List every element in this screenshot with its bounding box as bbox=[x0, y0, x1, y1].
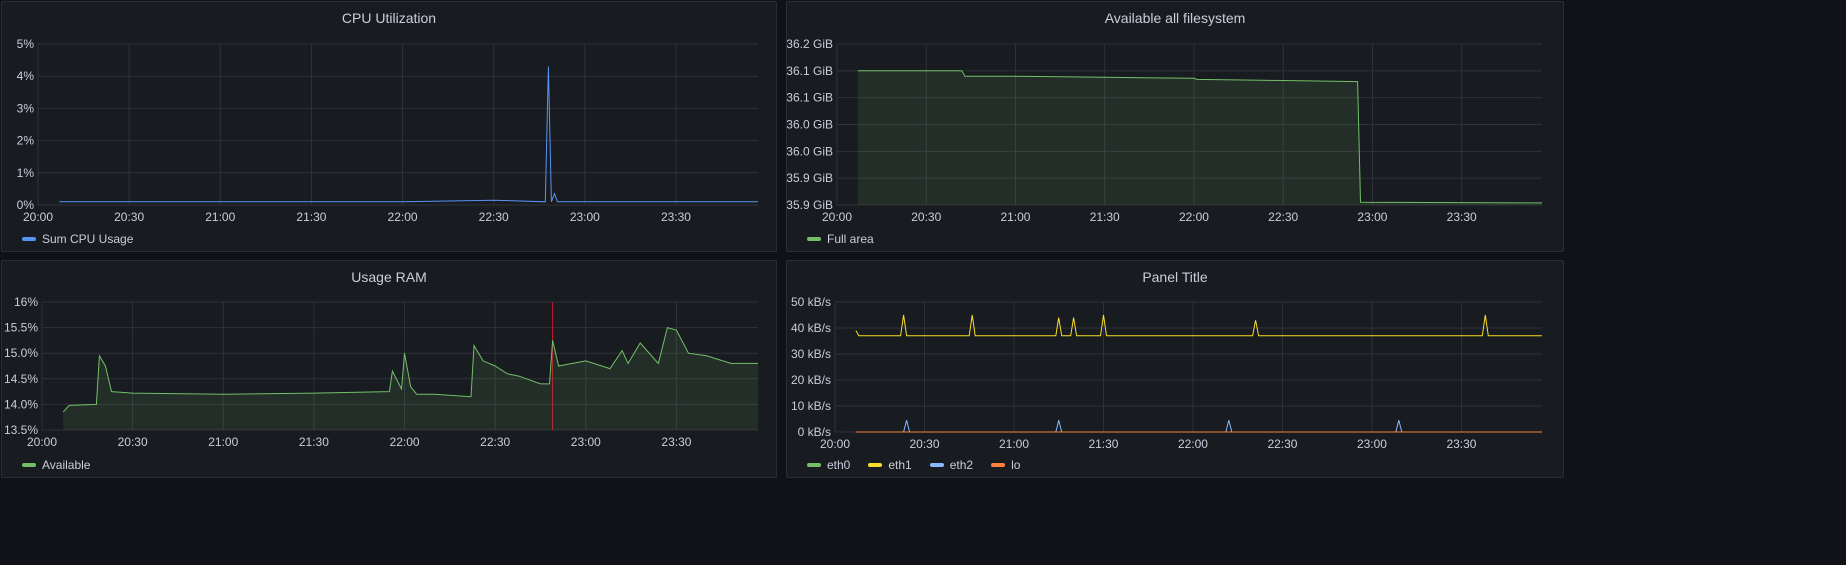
x-tick-label: 23:00 bbox=[571, 435, 601, 449]
x-tick-label: 23:00 bbox=[1357, 210, 1387, 224]
y-tick-label: 36.2 GiB bbox=[787, 37, 833, 51]
legend-item[interactable]: eth2 bbox=[929, 458, 974, 472]
ram-panel: Usage RAM 13.5% 14.0% 14.5% 15.0% 15.5% 16% 20… bbox=[1, 260, 777, 478]
y-tick-label: 2% bbox=[17, 134, 35, 148]
x-tick-label: 22:00 bbox=[388, 210, 418, 224]
x-tick-label: 22:30 bbox=[479, 210, 509, 224]
x-tick-label: 20:30 bbox=[911, 210, 941, 224]
y-tick-label: 35.9 GiB bbox=[787, 171, 833, 185]
x-tick-label: 23:30 bbox=[1446, 437, 1476, 451]
y-tick-label: 36.0 GiB bbox=[787, 118, 833, 132]
legend-swatch bbox=[807, 463, 821, 467]
legend-label: Available bbox=[42, 458, 91, 472]
legend-label: Sum CPU Usage bbox=[42, 232, 134, 246]
x-tick-label: 20:30 bbox=[118, 435, 148, 449]
ram-chart: 13.5%14.0%14.5%15.0%15.5%16%20:00 20:30 21… bbox=[4, 295, 759, 449]
y-tick-label: 50 kB/s bbox=[791, 295, 831, 309]
legend-swatch bbox=[929, 463, 944, 467]
legend-label: eth2 bbox=[949, 458, 974, 472]
series-line-sum-cpu-usage[interactable] bbox=[59, 66, 758, 203]
legend: Available bbox=[22, 458, 90, 472]
network-chart: 0 kB/s10 kB/s20 kB/s30 kB/s40 kB/s50 kB/… bbox=[791, 295, 1542, 451]
x-tick-label: 21:30 bbox=[1088, 437, 1118, 451]
y-tick-label: 10 kB/s bbox=[791, 399, 831, 413]
y-tick-label: 4% bbox=[17, 69, 35, 83]
series-area bbox=[857, 70, 1542, 205]
x-tick-label: 21:00 bbox=[1000, 210, 1030, 224]
legend: Full area bbox=[807, 232, 874, 246]
legend: eth0 eth1 eth2 lo bbox=[807, 458, 1020, 472]
x-tick-label: 22:30 bbox=[1267, 437, 1297, 451]
filesystem-chart: 35.9 GiB35.9 GiB36.0 GiB36.0 GiB36.1 GiB… bbox=[787, 37, 1543, 224]
y-tick-label: 36.1 GiB bbox=[787, 64, 833, 78]
x-tick-label: 20:30 bbox=[114, 210, 144, 224]
y-tick-label: 1% bbox=[17, 166, 35, 180]
cpu-utilization-panel: CPU Utilization 0% 1% 2% 3% 4% 5% 20:00 20:30 21… bbox=[1, 1, 777, 252]
x-tick-label: 21:30 bbox=[299, 435, 329, 449]
legend-label: lo bbox=[1011, 458, 1021, 472]
legend-label: Full area bbox=[827, 232, 874, 246]
legend-item[interactable]: eth1 bbox=[868, 458, 912, 472]
y-tick-label: 30 kB/s bbox=[791, 347, 831, 361]
x-tick-label: 20:30 bbox=[909, 437, 939, 451]
legend-item[interactable]: eth0 bbox=[807, 458, 850, 472]
legend-label: eth1 bbox=[888, 458, 912, 472]
cpu-chart: 0%1%2%3%4%5%20:00 20:30 21:00 21:30 22:00 22:… bbox=[17, 37, 758, 224]
legend-swatch bbox=[868, 463, 883, 467]
x-tick-label: 22:00 bbox=[1178, 437, 1208, 451]
y-tick-label: 36.1 GiB bbox=[787, 91, 833, 105]
filesystem-panel: Available all filesystem 35.9 GiB 35.9 Gi… bbox=[786, 1, 1564, 252]
series-line-eth1[interactable] bbox=[855, 314, 1542, 337]
x-tick-label: 23:30 bbox=[661, 435, 691, 449]
series-line-eth2[interactable] bbox=[855, 420, 1542, 433]
x-tick-label: 23:00 bbox=[1357, 437, 1387, 451]
legend-label: eth0 bbox=[827, 458, 851, 472]
x-tick-label: 22:30 bbox=[1268, 210, 1298, 224]
legend-swatch bbox=[22, 237, 36, 241]
y-tick-label: 3% bbox=[17, 101, 35, 115]
y-tick-label: 14.5% bbox=[4, 372, 38, 386]
y-tick-label: 40 kB/s bbox=[791, 321, 831, 335]
legend-swatch bbox=[22, 463, 36, 467]
legend-item[interactable]: Sum CPU Usage bbox=[22, 232, 133, 246]
y-tick-label: 14.0% bbox=[4, 397, 38, 411]
legend-item[interactable]: Available bbox=[22, 458, 90, 472]
x-tick-label: 21:30 bbox=[296, 210, 326, 224]
x-tick-label: 22:00 bbox=[1179, 210, 1209, 224]
x-tick-label: 20:00 bbox=[27, 435, 57, 449]
y-tick-label: 15.5% bbox=[4, 321, 38, 335]
x-tick-label: 21:00 bbox=[999, 437, 1029, 451]
y-tick-label: 16% bbox=[14, 295, 38, 309]
x-tick-label: 21:00 bbox=[205, 210, 235, 224]
x-tick-label: 20:00 bbox=[822, 210, 852, 224]
legend: Sum CPU Usage bbox=[22, 232, 133, 246]
x-tick-label: 23:30 bbox=[661, 210, 691, 224]
x-tick-label: 21:30 bbox=[1090, 210, 1120, 224]
network-panel: Panel Title 0 kB/s 10 kB/s 20 kB/s 30 kB/s 4… bbox=[786, 260, 1564, 478]
x-tick-label: 20:00 bbox=[820, 437, 850, 451]
y-tick-label: 5% bbox=[17, 37, 35, 51]
y-tick-label: 36.0 GiB bbox=[787, 144, 833, 158]
x-tick-label: 21:00 bbox=[208, 435, 238, 449]
x-tick-label: 23:30 bbox=[1447, 210, 1477, 224]
legend-swatch bbox=[991, 463, 1006, 467]
x-tick-label: 23:00 bbox=[570, 210, 600, 224]
legend-swatch bbox=[807, 237, 821, 241]
legend-item[interactable]: lo bbox=[991, 458, 1020, 472]
x-tick-label: 22:00 bbox=[390, 435, 420, 449]
y-tick-label: 20 kB/s bbox=[791, 373, 831, 387]
x-tick-label: 20:00 bbox=[23, 210, 53, 224]
y-tick-label: 15.0% bbox=[4, 346, 38, 360]
legend-item[interactable]: Full area bbox=[807, 232, 874, 246]
x-tick-label: 22:30 bbox=[480, 435, 510, 449]
